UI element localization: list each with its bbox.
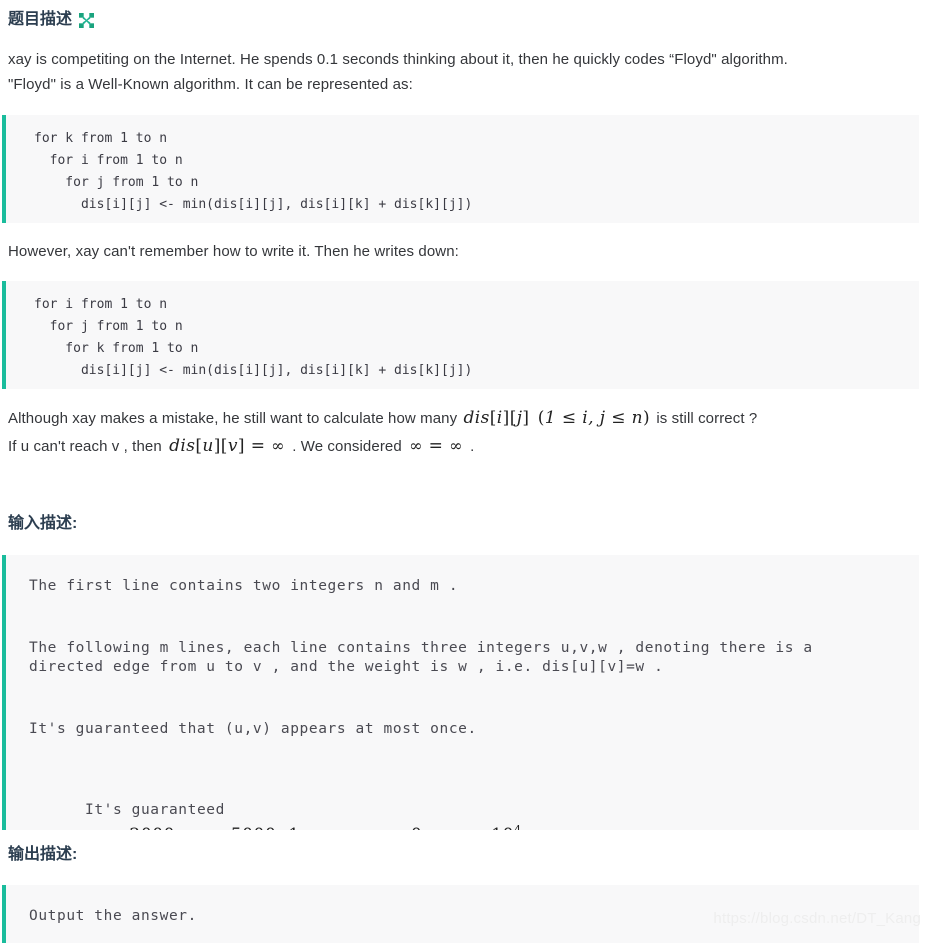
math-dis-u-v-infinity: dis[u][v] = ∞ <box>169 436 285 456</box>
problem-description-heading-label: 题目描述 <box>8 11 73 28</box>
input-line-4: It's guaranteed that (u,v) appears at mo… <box>29 721 477 737</box>
code-block-wrong-floyd: for i from 1 to n for j from 1 to n for … <box>2 281 919 389</box>
input-spacer-1 <box>29 596 905 639</box>
math-constraints: n ≤ 2000, m ≤ 5000, 1 ≤ u, v ≤ n, 0 ≤ w … <box>91 823 522 830</box>
question-line-2: If u can't reach v , then dis[u][v] = ∞ … <box>8 432 921 460</box>
input-description-heading-label: 输入描述: <box>8 515 78 532</box>
question-line-1-text-a: Although xay makes a mistake, he still w… <box>8 410 458 427</box>
input-description-heading: 输入描述: <box>8 514 77 533</box>
input-line-2: The following m lines, each line contain… <box>29 640 813 656</box>
question-line-2-text-b: . We considered <box>292 438 402 455</box>
problem-page: 题目描述 xay is competiting on the Internet.… <box>0 0 929 943</box>
input-constraint-prefix: It's guaranteed <box>84 802 225 818</box>
question-paragraph: Although xay makes a mistake, he still w… <box>8 405 921 460</box>
code-block-correct-floyd: for k from 1 to n for i from 1 to n for … <box>2 115 919 223</box>
math-range-i-j: (1 ≤ i, j ≤ n) <box>537 408 651 428</box>
question-line-2-text-a: If u can't reach v , then <box>8 438 162 455</box>
input-line-1: The first line contains two integers n a… <box>29 578 459 594</box>
intro-line-1: xay is competiting on the Internet. He s… <box>8 51 788 68</box>
middle-paragraph: However, xay can't remember how to write… <box>8 243 459 260</box>
csdn-watermark: https://blog.csdn.net/DT_Kang <box>713 910 921 927</box>
expand-arrows-icon[interactable] <box>79 13 95 29</box>
intro-paragraph: xay is competiting on the Internet. He s… <box>8 47 921 97</box>
problem-description-heading: 题目描述 <box>8 10 95 29</box>
input-description-panel: The first line contains two integers n a… <box>2 555 919 830</box>
math-dis-i-j: dis[i][j] <box>463 408 530 428</box>
output-description-heading: 输出描述: <box>8 845 77 864</box>
input-constraint-line: It's guaranteed n ≤ 2000, m ≤ 5000, 1 ≤ … <box>29 782 905 830</box>
input-spacer-3 <box>29 739 905 782</box>
question-line-1-text-b: is still correct ? <box>656 410 758 427</box>
input-line-3: directed edge from u to v , and the weig… <box>29 659 664 675</box>
math-infinity-equals-infinity: ∞ = ∞ <box>409 436 463 456</box>
input-spacer-2 <box>29 677 905 720</box>
intro-line-2: "Floyd" is a Well-Known algorithm. It ca… <box>8 76 413 93</box>
question-line-2-text-c: . <box>470 438 475 455</box>
question-line-1: Although xay makes a mistake, he still w… <box>8 405 921 432</box>
output-description-heading-label: 输出描述: <box>8 846 78 863</box>
